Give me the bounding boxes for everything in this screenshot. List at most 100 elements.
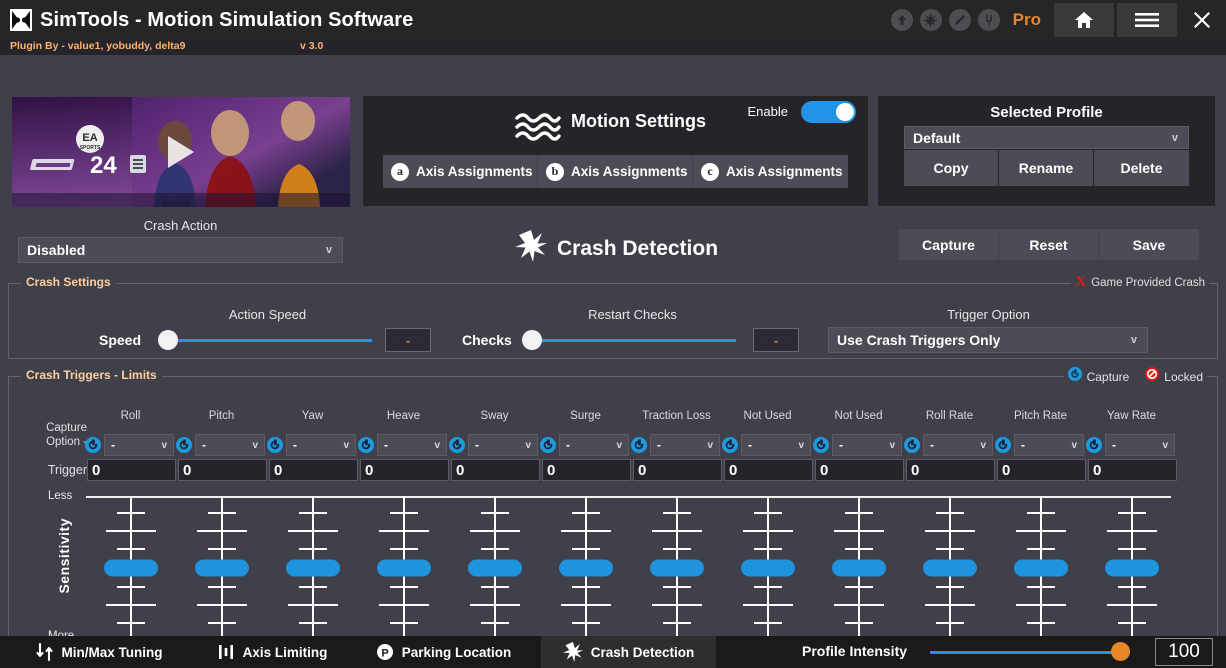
trigger-option-dropdown[interactable]: Use Crash Triggers Only v bbox=[828, 327, 1148, 353]
trigger-input[interactable]: 0 bbox=[724, 459, 813, 481]
trigger-input[interactable]: 0 bbox=[542, 459, 631, 481]
trigger-input[interactable]: 0 bbox=[87, 459, 176, 481]
trigger-input[interactable]: 0 bbox=[360, 459, 449, 481]
slider-thumb[interactable] bbox=[740, 559, 795, 577]
capture-circle-icon[interactable] bbox=[540, 437, 556, 453]
axis-assignments-a-label: Axis Assignments bbox=[416, 164, 533, 179]
save-button[interactable]: Save bbox=[1099, 229, 1199, 260]
profile-copy-button[interactable]: Copy bbox=[904, 150, 999, 186]
capture-option-dropdown[interactable]: -v bbox=[104, 434, 174, 456]
profile-intensity-slider[interactable] bbox=[930, 642, 1130, 662]
reset-button[interactable]: Reset bbox=[999, 229, 1099, 260]
capture-option-dropdown[interactable]: -v bbox=[195, 434, 265, 456]
restart-checks-slider[interactable] bbox=[522, 330, 736, 350]
capture-option-row: -v bbox=[176, 434, 265, 456]
locked-prohibition-icon[interactable] bbox=[1145, 367, 1160, 386]
capture-circle-icon[interactable] bbox=[176, 437, 192, 453]
action-speed-slider[interactable] bbox=[158, 330, 372, 350]
action-speed-value: - bbox=[385, 328, 431, 352]
trigger-option-value: Use Crash Triggers Only bbox=[837, 332, 1001, 348]
sensitivity-slider-heave[interactable] bbox=[358, 496, 449, 640]
capture-option-dropdown[interactable]: -v bbox=[559, 434, 629, 456]
capture-option-dropdown[interactable]: -v bbox=[741, 434, 811, 456]
capture-circle-icon[interactable] bbox=[85, 437, 101, 453]
capture-option-dropdown[interactable]: -v bbox=[1105, 434, 1175, 456]
capture-circle-icon[interactable] bbox=[722, 437, 738, 453]
menu-button[interactable] bbox=[1117, 3, 1177, 37]
capture-option-dropdown[interactable]: -v bbox=[468, 434, 538, 456]
tab-crash-detection[interactable]: Crash Detection bbox=[541, 636, 716, 668]
trigger-input[interactable]: 0 bbox=[633, 459, 722, 481]
checks-slider-label: Checks bbox=[462, 332, 512, 348]
sensitivity-slider-traction-loss[interactable] bbox=[631, 496, 722, 640]
slider-thumb[interactable] bbox=[158, 330, 178, 350]
capture-circle-icon[interactable] bbox=[1086, 437, 1102, 453]
slider-thumb[interactable] bbox=[649, 559, 704, 577]
capture-circle-icon[interactable] bbox=[813, 437, 829, 453]
trigger-input[interactable]: 0 bbox=[269, 459, 358, 481]
capture-option-dropdown[interactable]: -v bbox=[286, 434, 356, 456]
burst-icon[interactable] bbox=[919, 9, 942, 31]
capture-circle-icon[interactable] bbox=[449, 437, 465, 453]
sensitivity-slider-pitch[interactable] bbox=[176, 496, 267, 640]
sensitivity-slider-roll[interactable] bbox=[85, 496, 176, 640]
slider-thumb[interactable] bbox=[194, 559, 249, 577]
slider-thumb[interactable] bbox=[1104, 559, 1159, 577]
sensitivity-slider-roll-rate[interactable] bbox=[904, 496, 995, 640]
game-cover-art[interactable]: 24 EA SPORTS bbox=[12, 97, 350, 207]
capture-option-dropdown[interactable]: -v bbox=[923, 434, 993, 456]
capture-option-dropdown[interactable]: -v bbox=[377, 434, 447, 456]
trigger-input[interactable]: 0 bbox=[1088, 459, 1177, 481]
play-icon[interactable] bbox=[168, 136, 194, 168]
capture-circle-icon[interactable] bbox=[995, 437, 1011, 453]
trigger-input[interactable]: 0 bbox=[997, 459, 1086, 481]
capture-option-dropdown[interactable]: -v bbox=[832, 434, 902, 456]
capture-option-dropdown[interactable]: -v bbox=[1014, 434, 1084, 456]
capture-circle-icon[interactable] bbox=[1067, 367, 1082, 386]
tab-axis-limiting[interactable]: Axis Limiting bbox=[198, 636, 346, 668]
pencil-icon[interactable] bbox=[948, 9, 971, 31]
axis-assignments-a-button[interactable]: a Axis Assignments bbox=[383, 155, 538, 188]
sensitivity-slider-surge[interactable] bbox=[540, 496, 631, 640]
sensitivity-slider-yaw[interactable] bbox=[267, 496, 358, 640]
sensitivity-slider-yaw-rate[interactable] bbox=[1086, 496, 1177, 640]
slider-thumb[interactable] bbox=[1013, 559, 1068, 577]
sensitivity-slider-not-used-1[interactable] bbox=[722, 496, 813, 640]
slider-thumb[interactable] bbox=[831, 559, 886, 577]
axis-assignments-b-button[interactable]: b Axis Assignments bbox=[538, 155, 693, 188]
capture-button[interactable]: Capture bbox=[899, 229, 999, 260]
capture-circle-icon[interactable] bbox=[358, 437, 374, 453]
trigger-input[interactable]: 0 bbox=[906, 459, 995, 481]
tab-parking-location[interactable]: P Parking Location bbox=[346, 636, 541, 668]
slider-thumb[interactable] bbox=[376, 559, 431, 577]
trigger-input[interactable]: 0 bbox=[815, 459, 904, 481]
trigger-input[interactable]: 0 bbox=[178, 459, 267, 481]
slider-thumb[interactable] bbox=[1111, 642, 1130, 661]
upload-icon[interactable] bbox=[890, 9, 913, 31]
slider-thumb[interactable] bbox=[522, 330, 542, 350]
sensitivity-slider-sway[interactable] bbox=[449, 496, 540, 640]
enable-toggle[interactable] bbox=[801, 101, 856, 123]
axis-assignments-c-button[interactable]: c Axis Assignments bbox=[693, 155, 848, 188]
capture-option-dropdown[interactable]: -v bbox=[650, 434, 720, 456]
close-button[interactable] bbox=[1180, 3, 1224, 37]
slider-thumb[interactable] bbox=[558, 559, 613, 577]
tab-min-max-tuning[interactable]: Min/Max Tuning bbox=[0, 636, 198, 668]
slider-thumb[interactable] bbox=[285, 559, 340, 577]
trigger-input[interactable]: 0 bbox=[451, 459, 540, 481]
slider-thumb[interactable] bbox=[103, 559, 158, 577]
slider-thumb[interactable] bbox=[922, 559, 977, 577]
crash-action-dropdown[interactable]: Disabled v bbox=[18, 237, 343, 263]
profile-delete-button[interactable]: Delete bbox=[1094, 150, 1189, 186]
home-button[interactable] bbox=[1054, 3, 1114, 37]
profile-rename-button[interactable]: Rename bbox=[999, 150, 1094, 186]
slider-thumb[interactable] bbox=[467, 559, 522, 577]
tick bbox=[935, 548, 964, 550]
capture-circle-icon[interactable] bbox=[904, 437, 920, 453]
profile-dropdown[interactable]: Default v bbox=[904, 126, 1189, 149]
sensitivity-slider-pitch-rate[interactable] bbox=[995, 496, 1086, 640]
capture-circle-icon[interactable] bbox=[267, 437, 283, 453]
power-plug-icon[interactable] bbox=[977, 9, 1000, 31]
capture-circle-icon[interactable] bbox=[631, 437, 647, 453]
sensitivity-slider-not-used-2[interactable] bbox=[813, 496, 904, 640]
